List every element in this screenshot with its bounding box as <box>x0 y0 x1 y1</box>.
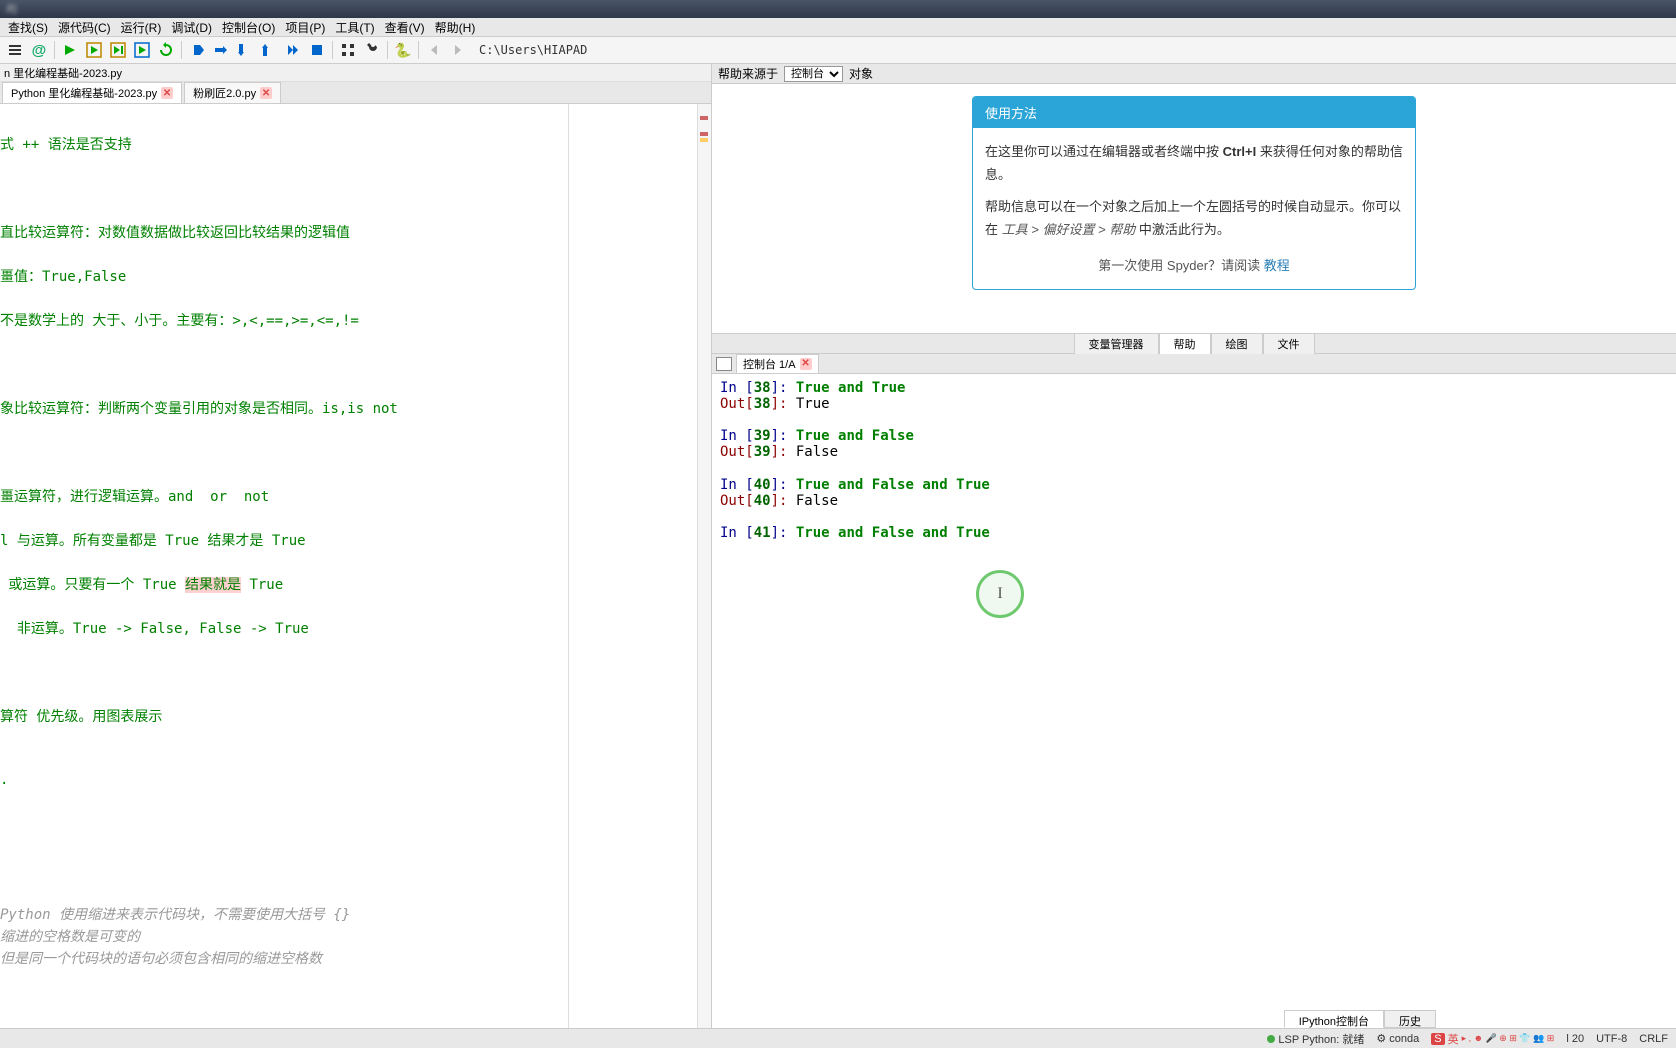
editor-gutter[interactable] <box>697 104 711 1028</box>
menu-find[interactable]: 查找(S) <box>4 18 52 37</box>
status-line: l 20 <box>1566 1033 1584 1045</box>
help-source-select[interactable]: 控制台 <box>784 66 843 82</box>
toolbar: @ 🐍 C:\Users\HIAPAD <box>0 37 1676 64</box>
toolbar-run-cell-icon[interactable] <box>83 39 105 61</box>
editor-tab-2[interactable]: 粉刷匠2.0.py ✕ <box>184 82 281 103</box>
status-encoding[interactable]: UTF-8 <box>1596 1033 1627 1045</box>
toolbar-continue-icon[interactable] <box>282 39 304 61</box>
help-body: 使用方法 在这里你可以通过在编辑器或者终端中按 Ctrl+I 来获得任何对象的帮… <box>712 84 1676 333</box>
console-icon[interactable] <box>716 357 732 371</box>
menu-debug[interactable]: 调试(D) <box>167 18 216 37</box>
help-source-label: 帮助来源于 <box>718 65 778 82</box>
menu-console[interactable]: 控制台(O) <box>218 18 279 37</box>
status-conda: ⚙conda <box>1376 1032 1419 1045</box>
menu-project[interactable]: 项目(P) <box>281 18 329 37</box>
status-eol[interactable]: CRLF <box>1639 1033 1668 1045</box>
title-bar: .8) <box>0 0 1676 18</box>
help-object-label: 对象 <box>849 65 873 82</box>
toolbar-path: C:\Users\HIAPAD <box>479 43 587 57</box>
toolbar-run-selection-icon[interactable] <box>131 39 153 61</box>
editor-tab-bar: Python 里化编程基础-2023.py ✕ 粉刷匠2.0.py ✕ <box>0 82 711 104</box>
bottom-tab-ipython[interactable]: IPython控制台 <box>1284 1010 1384 1028</box>
status-ime[interactable]: S英▸ , ☻ 🎤 ⊕ ⊞ 👕 👥 ⊞ <box>1431 1031 1554 1047</box>
cursor-indicator: I <box>976 570 1024 618</box>
console-tab-bar: 控制台 1/A ✕ <box>712 354 1676 374</box>
menu-bar: 查找(S) 源代码(C) 运行(R) 调试(D) 控制台(O) 项目(P) 工具… <box>0 18 1676 37</box>
toolbar-rerun-icon[interactable] <box>155 39 177 61</box>
right-panel: 帮助来源于 控制台 对象 使用方法 在这里你可以通过在编辑器或者终端中按 Ctr… <box>712 64 1676 1028</box>
editor-area[interactable]: 式 ++ 语法是否支持直比较运算符：对数值数据做比较返回比较结果的逻辑值畺值：T… <box>0 104 711 1028</box>
toolbar-forward-icon[interactable] <box>447 39 469 61</box>
menu-help[interactable]: 帮助(H) <box>431 18 480 37</box>
help-card: 使用方法 在这里你可以通过在编辑器或者终端中按 Ctrl+I 来获得任何对象的帮… <box>972 96 1416 290</box>
pane-tab-help[interactable]: 帮助 <box>1159 333 1211 355</box>
close-icon[interactable]: ✕ <box>260 87 272 99</box>
editor-tab-2-label: 粉刷匠2.0.py <box>193 85 256 101</box>
toolbar-back-icon[interactable] <box>423 39 445 61</box>
editor-tab-1-label: Python 里化编程基础-2023.py <box>11 85 157 101</box>
bottom-tab-history[interactable]: 历史 <box>1384 1010 1436 1028</box>
help-card-body: 在这里你可以通过在编辑器或者终端中按 Ctrl+I 来获得任何对象的帮助信息。 … <box>973 128 1415 289</box>
help-pane-tabs: 变量管理器 帮助 绘图 文件 <box>712 333 1676 353</box>
toolbar-python-icon[interactable]: 🐍 <box>392 39 414 61</box>
menu-run[interactable]: 运行(R) <box>117 18 166 37</box>
menu-view[interactable]: 查看(V) <box>381 18 429 37</box>
editor-tab-1[interactable]: Python 里化编程基础-2023.py ✕ <box>2 82 182 103</box>
console-bottom-tabs: IPython控制台 历史 <box>712 1010 1676 1028</box>
console-body[interactable]: In [38]: True and TrueOut[38]: True In [… <box>712 374 1676 1010</box>
console-tab-label: 控制台 1/A <box>743 356 796 372</box>
toolbar-fullscreen-icon[interactable] <box>337 39 359 61</box>
toolbar-stop-icon[interactable] <box>306 39 328 61</box>
close-icon[interactable]: ✕ <box>161 87 173 99</box>
menu-tools[interactable]: 工具(T) <box>331 18 378 37</box>
toolbar-settings-icon[interactable] <box>361 39 383 61</box>
toolbar-step-icon[interactable] <box>210 39 232 61</box>
toolbar-triple-line-icon[interactable] <box>4 39 26 61</box>
menu-source[interactable]: 源代码(C) <box>54 18 115 37</box>
pane-tab-files[interactable]: 文件 <box>1263 333 1315 355</box>
editor-title: n 里化编程基础-2023.py <box>0 64 711 82</box>
toolbar-debug-icon[interactable] <box>186 39 208 61</box>
console-panel: 控制台 1/A ✕ In [38]: True and TrueOut[38]:… <box>712 354 1676 1028</box>
help-panel: 帮助来源于 控制台 对象 使用方法 在这里你可以通过在编辑器或者终端中按 Ctr… <box>712 64 1676 354</box>
help-card-title: 使用方法 <box>973 97 1415 128</box>
pane-tab-variables[interactable]: 变量管理器 <box>1074 333 1159 355</box>
window-title: .8) <box>4 3 17 15</box>
help-tutorial: 第一次使用 Spyder？请阅读 教程 <box>985 254 1403 277</box>
help-header: 帮助来源于 控制台 对象 <box>712 64 1676 84</box>
toolbar-at-icon[interactable]: @ <box>28 39 50 61</box>
close-icon[interactable]: ✕ <box>800 358 812 370</box>
toolbar-run-cell-advance-icon[interactable] <box>107 39 129 61</box>
toolbar-step-out-icon[interactable] <box>258 39 280 61</box>
toolbar-step-into-icon[interactable] <box>234 39 256 61</box>
editor-panel: n 里化编程基础-2023.py Python 里化编程基础-2023.py ✕… <box>0 64 712 1028</box>
toolbar-run-icon[interactable] <box>59 39 81 61</box>
tutorial-link[interactable]: 教程 <box>1264 258 1290 273</box>
pane-tab-plots[interactable]: 绘图 <box>1211 333 1263 355</box>
console-tab[interactable]: 控制台 1/A ✕ <box>736 354 819 374</box>
status-lsp: LSP Python: 就绪 <box>1267 1031 1364 1047</box>
status-bar: LSP Python: 就绪 ⚙conda S英▸ , ☻ 🎤 ⊕ ⊞ 👕 👥 … <box>0 1028 1676 1048</box>
